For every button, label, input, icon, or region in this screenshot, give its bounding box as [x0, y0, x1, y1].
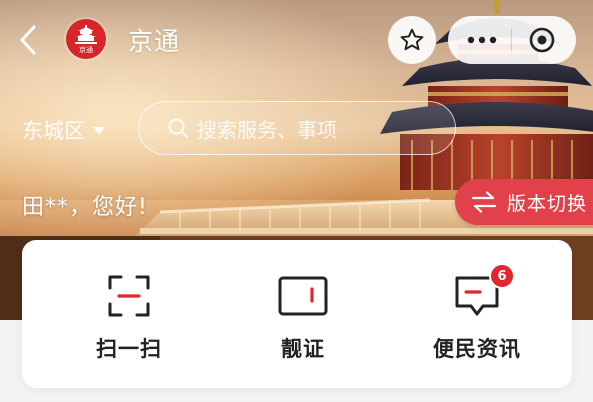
version-switch-button[interactable]: 版本切换	[455, 179, 593, 225]
favorite-button[interactable]	[388, 16, 436, 64]
id-card-icon	[277, 273, 329, 319]
version-switch-label: 版本切换	[507, 192, 588, 215]
logo-text: 京通	[79, 45, 93, 54]
close-icon[interactable]	[519, 20, 565, 60]
page-title: 京通	[128, 27, 181, 56]
app-logo: 京通	[66, 19, 106, 59]
id-card-label: 靓证	[281, 337, 325, 361]
district-selector[interactable]: 东城区	[22, 115, 105, 145]
temple-logo-icon	[75, 24, 97, 44]
quick-actions-card: 扫一扫 靓证 6 便民资讯	[22, 240, 572, 388]
search-icon	[168, 118, 188, 138]
search-placeholder: 搜索服务、事项	[197, 117, 337, 142]
id-card-button[interactable]: 靓证	[248, 240, 358, 388]
scan-icon	[103, 273, 155, 319]
back-button[interactable]	[14, 22, 42, 58]
star-icon	[400, 28, 424, 51]
news-label: 便民资讯	[433, 337, 521, 361]
capsule-divider	[511, 29, 513, 51]
scan-label: 扫一扫	[96, 337, 162, 361]
search-input[interactable]: 搜索服务、事项	[138, 101, 456, 155]
swap-arrows-icon	[471, 191, 497, 213]
district-label: 东城区	[22, 119, 85, 143]
more-icon[interactable]	[459, 20, 505, 60]
chevron-left-icon	[20, 25, 36, 55]
mini-program-capsule	[448, 16, 576, 64]
user-greeting: 田**，您好!	[22, 195, 148, 220]
scan-button[interactable]: 扫一扫	[74, 240, 184, 388]
caret-down-icon	[93, 127, 105, 135]
notification-badge: 6	[489, 263, 515, 289]
message-icon: 6	[451, 263, 515, 319]
news-button[interactable]: 6 便民资讯	[422, 240, 532, 388]
